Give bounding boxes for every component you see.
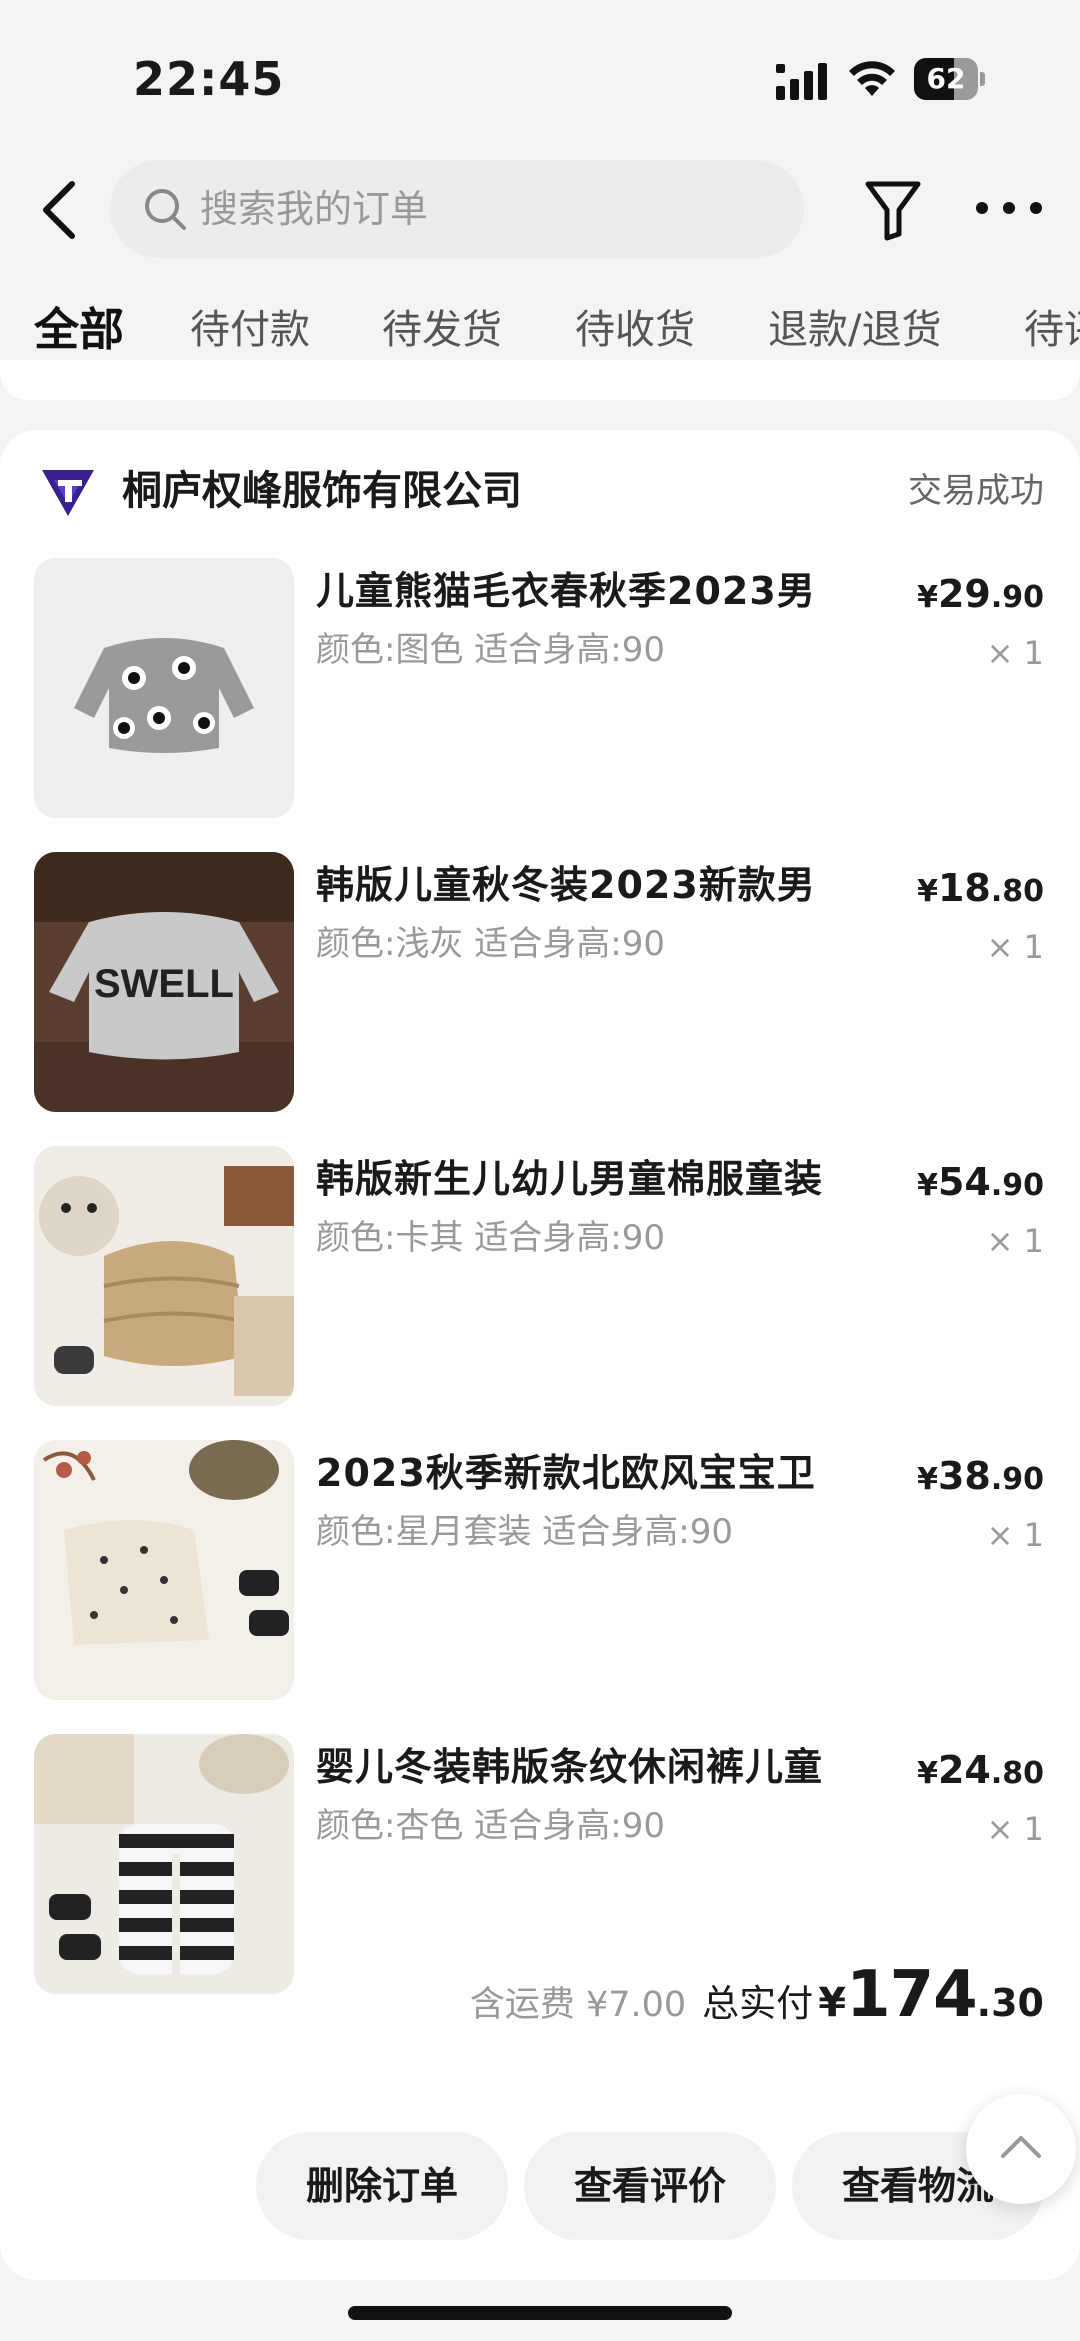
tab-all[interactable]: 全部 (34, 290, 124, 370)
product-title: 韩版儿童秋冬装2023新款男 (316, 863, 816, 907)
order-total: 含运费 ¥7.00 总实付 ¥174.30 (470, 1960, 1044, 2046)
tab-pending-payment[interactable]: 待付款 (190, 290, 310, 370)
tab-pending-review[interactable]: 待评价 (1024, 290, 1080, 370)
paid-label: 总实付 (702, 1982, 814, 2025)
order-status: 交易成功 (908, 471, 1044, 511)
product-price: ¥29.90 (917, 572, 1044, 616)
product-quantity: × 1 (986, 1222, 1044, 1260)
battery-level: 62 (926, 62, 966, 95)
shop-logo-icon (42, 470, 94, 516)
back-arrow-icon[interactable] (36, 178, 84, 242)
total-amount-integer: 174 (846, 1958, 978, 2032)
product-title: 儿童熊猫毛衣春秋季2023男 (316, 569, 816, 613)
order-item[interactable]: 婴儿冬装韩版条纹休闲裤儿童 颜色:杏色 适合身高:90 ¥24.80 × 1 (0, 1734, 1080, 1994)
cellular-signal-icon (776, 63, 827, 100)
product-spec: 颜色:星月套装 适合身高:90 (316, 1512, 733, 1552)
order-item[interactable]: 儿童熊猫毛衣春秋季2023男 颜色:图色 适合身高:90 ¥29.90 × 1 (0, 558, 1080, 818)
product-quantity: × 1 (986, 928, 1044, 966)
search-icon (145, 189, 186, 230)
product-image[interactable] (34, 1146, 294, 1406)
scroll-to-top-button[interactable] (966, 2094, 1076, 2204)
svg-text:SWELL: SWELL (94, 962, 234, 1006)
order-item[interactable]: SWELL 韩版儿童秋冬装2023新款男 颜色:浅灰 适合身高:90 ¥18.8… (0, 852, 1080, 1112)
product-price: ¥24.80 (917, 1748, 1044, 1792)
filter-icon[interactable] (864, 178, 922, 242)
order-tabs: 全部 待付款 待发货 待收货 退款/退货 待评价 (0, 290, 1080, 370)
freight-note: 含运费 ¥7.00 (469, 1985, 687, 2025)
tab-refund-return[interactable]: 退款/退货 (768, 290, 941, 370)
shop-name[interactable]: 桐庐权峰服饰有限公司 (122, 462, 522, 520)
previous-order-card (0, 360, 1080, 400)
wifi-icon (849, 61, 895, 96)
more-icon[interactable] (974, 198, 1044, 218)
product-image[interactable] (34, 1734, 294, 1994)
product-image[interactable] (34, 558, 294, 818)
order-item[interactable]: 韩版新生儿幼儿男童棉服童装 颜色:卡其 适合身高:90 ¥54.90 × 1 (0, 1146, 1080, 1406)
product-price: ¥18.80 (917, 866, 1044, 910)
product-title: 婴儿冬装韩版条纹休闲裤儿童 (316, 1745, 824, 1789)
product-quantity: × 1 (986, 1810, 1044, 1848)
product-image[interactable]: SWELL (34, 852, 294, 1112)
product-price: ¥38.90 (917, 1454, 1044, 1498)
status-time: 22:45 (133, 52, 285, 106)
product-price: ¥54.90 (917, 1160, 1044, 1204)
home-indicator[interactable] (348, 2306, 732, 2320)
search-input[interactable]: 搜索我的订单 (110, 160, 804, 258)
chevron-up-icon (1001, 2136, 1041, 2158)
order-item[interactable]: 2023秋季新款北欧风宝宝卫 颜色:星月套装 适合身高:90 ¥38.90 × … (0, 1440, 1080, 1700)
tab-pending-receipt[interactable]: 待收货 (575, 290, 695, 370)
total-currency: ¥ (818, 1980, 847, 2026)
product-spec: 颜色:图色 适合身高:90 (316, 630, 665, 670)
battery-icon: 62 (914, 58, 986, 100)
delete-order-button[interactable]: 删除订单 (256, 2132, 508, 2240)
total-amount-decimal: .30 (976, 1981, 1044, 2025)
product-title: 韩版新生儿幼儿男童棉服童装 (316, 1157, 824, 1201)
product-quantity: × 1 (986, 634, 1044, 672)
product-spec: 颜色:浅灰 适合身高:90 (316, 924, 665, 964)
search-placeholder: 搜索我的订单 (200, 187, 429, 231)
product-spec: 颜色:杏色 适合身高:90 (316, 1806, 665, 1846)
tab-pending-shipment[interactable]: 待发货 (382, 290, 502, 370)
product-title: 2023秋季新款北欧风宝宝卫 (316, 1451, 816, 1495)
product-image[interactable] (34, 1440, 294, 1700)
product-quantity: × 1 (986, 1516, 1044, 1554)
view-review-button[interactable]: 查看评价 (524, 2132, 776, 2240)
product-spec: 颜色:卡其 适合身高:90 (316, 1218, 665, 1258)
